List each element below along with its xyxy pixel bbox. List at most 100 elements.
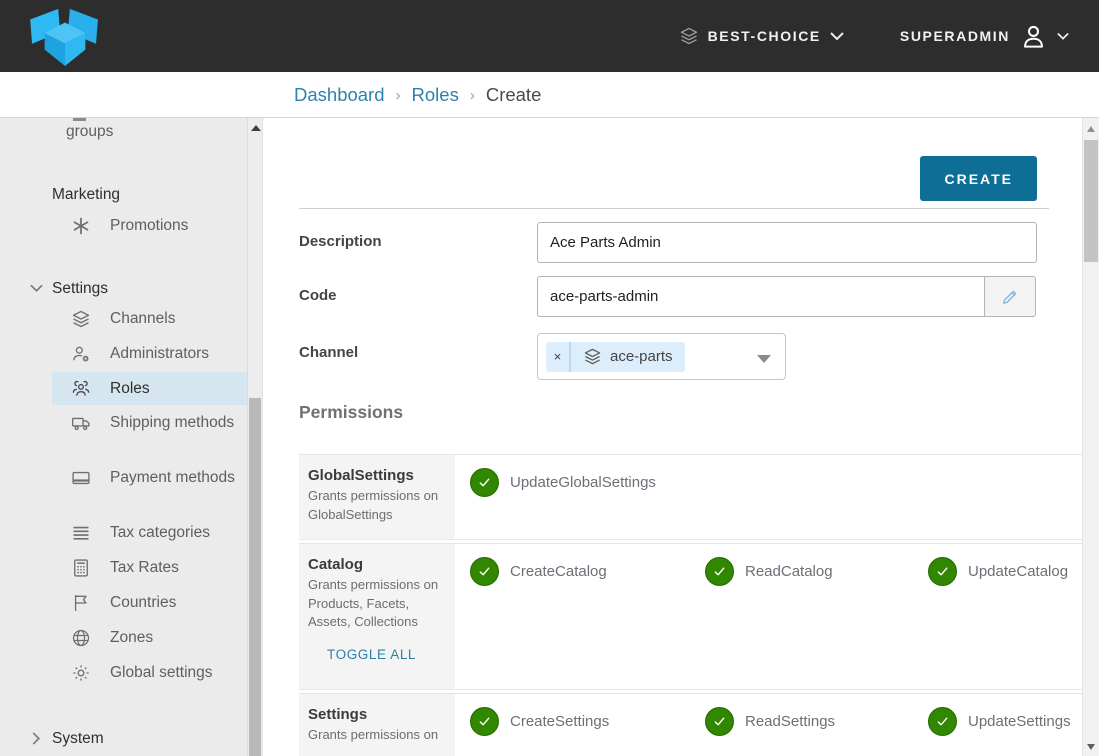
breadcrumb-dashboard-link[interactable]: Dashboard — [294, 84, 385, 106]
sidebar-item-tax-rates[interactable]: Tax Rates — [66, 555, 248, 580]
scroll-up-arrow[interactable] — [1087, 126, 1095, 132]
permission-row-header: Catalog Grants permissions on Products, … — [299, 544, 455, 689]
permission-row-catalog: Catalog Grants permissions on Products, … — [299, 543, 1082, 690]
main-scrollbar[interactable] — [1082, 118, 1099, 756]
channel-label: Channel — [299, 333, 537, 361]
create-button[interactable]: CREATE — [920, 156, 1037, 201]
permissions-heading: Permissions — [299, 401, 1049, 423]
breadcrumb-separator: › — [396, 85, 401, 104]
chevron-down-icon — [30, 282, 43, 295]
page-body: groups Marketing Promotions Settings Cha… — [0, 118, 1099, 756]
toggle-UpdateGlobalSettings[interactable]: UpdateGlobalSettings — [470, 468, 705, 497]
check-icon — [470, 707, 499, 736]
sidebar-item-payment-methods[interactable]: Payment methods — [66, 465, 248, 490]
sidebar-item-tax-categories[interactable]: Tax categories — [66, 520, 248, 545]
chevron-right-icon — [30, 732, 43, 745]
chevron-down-icon — [1057, 32, 1069, 41]
layers-icon — [71, 309, 91, 329]
description-label: Description — [299, 222, 537, 250]
scroll-up-arrow[interactable] — [251, 125, 261, 131]
breadcrumb: Dashboard › Roles › Create — [0, 72, 1099, 118]
pencil-icon — [1000, 287, 1020, 307]
sidebar-item-zones[interactable]: Zones — [66, 625, 248, 650]
chevron-down-icon — [830, 32, 844, 41]
sidebar-item-shipping-methods[interactable]: Shipping methods — [66, 410, 248, 435]
list-icon — [71, 523, 91, 543]
vendure-cube-logo-icon[interactable] — [28, 5, 102, 67]
channel-chip: × ace-parts — [546, 342, 685, 372]
sidebar-section-system[interactable]: System — [52, 726, 104, 751]
toggle-ReadSettings[interactable]: ReadSettings — [705, 707, 928, 736]
permission-row-title: Settings — [308, 706, 445, 723]
description-input[interactable] — [537, 222, 1037, 263]
permission-row-globalsettings: GlobalSettings Grants permissions on Glo… — [299, 455, 1082, 540]
check-icon — [470, 557, 499, 586]
sidebar-item-global-settings[interactable]: Global settings — [66, 660, 248, 685]
edit-code-button[interactable] — [984, 276, 1036, 317]
sidebar-item-countries[interactable]: Countries — [66, 590, 248, 615]
truck-icon — [71, 413, 91, 433]
layers-icon — [679, 26, 699, 46]
sidebar-scrollbar-thumb[interactable] — [249, 398, 261, 756]
breadcrumb-roles-link[interactable]: Roles — [412, 84, 459, 106]
sidebar-section-marketing: Marketing — [52, 182, 120, 207]
scroll-down-arrow[interactable] — [1087, 744, 1095, 750]
sidebar-nav: groups Marketing Promotions Settings Cha… — [0, 118, 263, 756]
toggle-all-link[interactable]: TOGGLE ALL — [327, 647, 416, 662]
top-bar: BEST-CHOICE SUPERADMIN — [0, 0, 1099, 72]
dropdown-caret-icon — [757, 355, 771, 363]
credit-card-icon — [71, 468, 91, 488]
channel-switcher[interactable]: BEST-CHOICE — [679, 26, 844, 46]
permission-row-settings: Settings Grants permissions on CreateSet… — [299, 693, 1082, 756]
permission-row-header: GlobalSettings Grants permissions on Glo… — [299, 455, 455, 539]
permission-row-description: Grants permissions on Products, Facets, … — [308, 576, 445, 632]
channel-select[interactable]: × ace-parts — [537, 333, 786, 380]
create-role-form: CREATE Description Code — [263, 118, 1082, 756]
check-icon — [705, 707, 734, 736]
main-panel: CREATE Description Code — [263, 118, 1099, 756]
toggle-UpdateSettings[interactable]: UpdateSettings — [928, 707, 1082, 736]
check-icon — [705, 557, 734, 586]
sidebar-item-promotions[interactable]: Promotions — [66, 213, 248, 238]
sidebar-item-channels[interactable]: Channels — [66, 306, 248, 331]
code-label: Code — [299, 276, 537, 304]
sidebar-scrollbar[interactable] — [247, 118, 263, 756]
gear-icon — [71, 663, 91, 683]
main-scrollbar-thumb[interactable] — [1084, 140, 1098, 262]
promotions-asterisk-icon — [71, 216, 91, 236]
permission-row-title: Catalog — [308, 556, 445, 573]
permission-row-header: Settings Grants permissions on — [299, 694, 455, 756]
toggle-ReadCatalog[interactable]: ReadCatalog — [705, 557, 928, 586]
sidebar-item-administrators[interactable]: Administrators — [66, 341, 248, 366]
users-group-icon — [71, 379, 91, 399]
sidebar-item-customer-groups-clipped[interactable]: groups — [66, 119, 113, 144]
app-window: BEST-CHOICE SUPERADMIN Dashboard › Roles… — [0, 0, 1099, 756]
permission-row-description: Grants permissions on GlobalSettings — [308, 487, 445, 524]
chip-remove-button[interactable]: × — [546, 342, 571, 372]
check-icon — [928, 557, 957, 586]
sidebar-item-roles[interactable]: Roles — [66, 376, 248, 401]
user-icon — [1020, 23, 1047, 50]
user-menu[interactable]: SUPERADMIN — [900, 23, 1069, 50]
username-label: SUPERADMIN — [900, 28, 1010, 44]
breadcrumb-current: Create — [486, 84, 542, 106]
code-input[interactable] — [537, 276, 985, 317]
flag-icon — [71, 593, 91, 613]
toggle-CreateSettings[interactable]: CreateSettings — [470, 707, 705, 736]
toggle-UpdateCatalog[interactable]: UpdateCatalog — [928, 557, 1082, 586]
sidebar-section-settings[interactable]: Settings — [52, 276, 108, 301]
check-icon — [928, 707, 957, 736]
administrator-icon — [71, 344, 91, 364]
check-icon — [470, 468, 499, 497]
toggle-CreateCatalog[interactable]: CreateCatalog — [470, 557, 705, 586]
permissions-table: GlobalSettings Grants permissions on Glo… — [299, 454, 1082, 756]
calculator-icon — [71, 558, 91, 578]
permission-row-title: GlobalSettings — [308, 467, 445, 484]
globe-icon — [71, 628, 91, 648]
breadcrumb-separator: › — [470, 85, 475, 104]
permission-row-description: Grants permissions on — [308, 726, 445, 745]
layers-icon — [583, 347, 602, 366]
active-channel-label: BEST-CHOICE — [708, 28, 821, 44]
chip-label: ace-parts — [610, 348, 673, 365]
header-divider — [299, 208, 1049, 209]
